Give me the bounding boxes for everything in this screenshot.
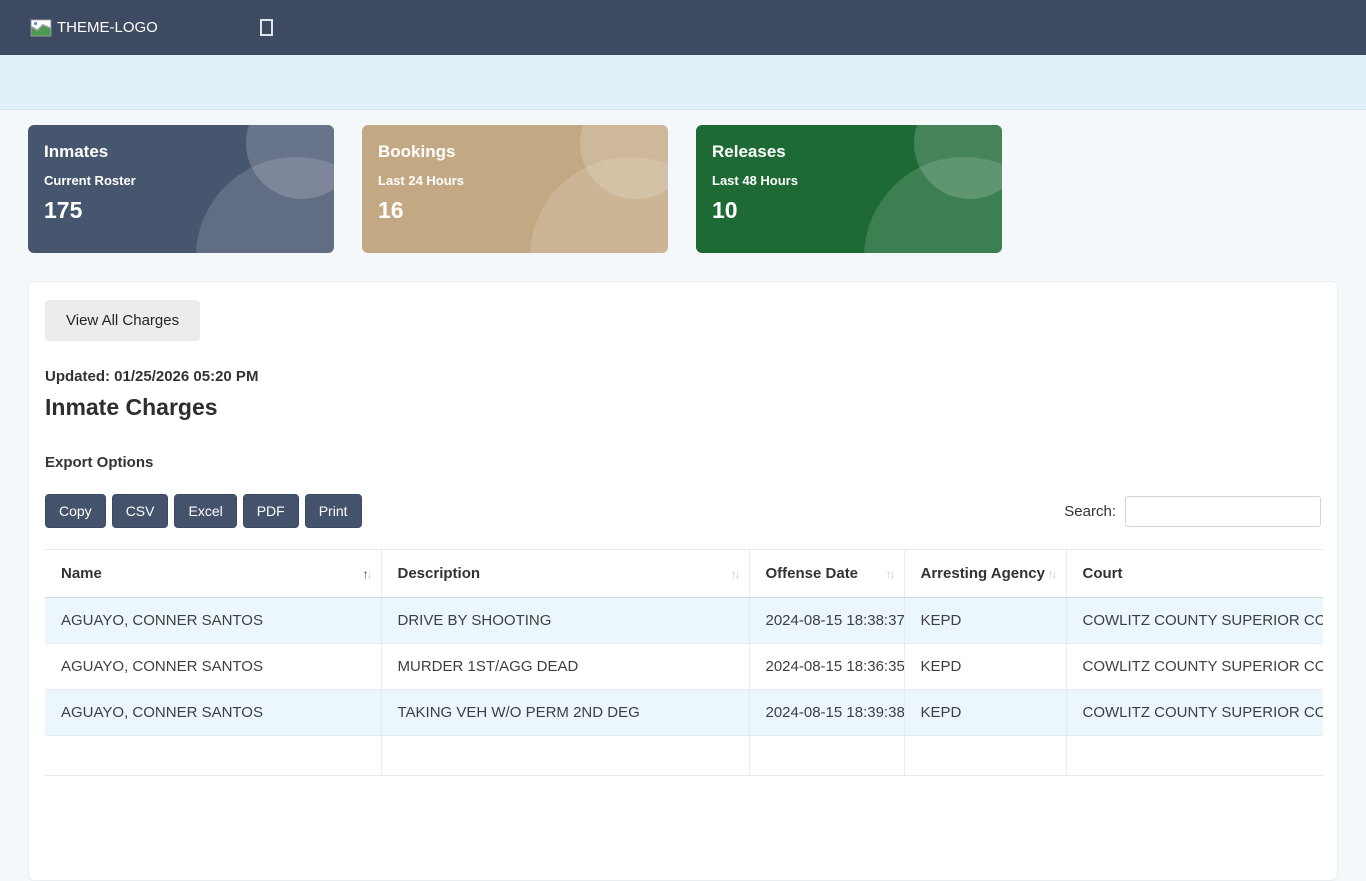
view-all-charges-button[interactable]: View All Charges xyxy=(45,300,201,341)
table-row: AGUAYO, CONNER SANTOS TAKING VEH W/O PER… xyxy=(45,689,1323,736)
stat-card-subtitle: Last 24 Hours xyxy=(378,173,464,188)
sort-icon: ↑↓ xyxy=(730,566,741,581)
table-header-row: Name ↑↓ Description ↑↓ Offense Date ↑↓ A… xyxy=(45,549,1323,598)
table-row-partial xyxy=(45,735,1323,776)
cell-offense-date: 2024-08-15 18:38:37 xyxy=(749,597,905,644)
stat-card-title: Releases xyxy=(712,142,786,161)
table-row: AGUAYO, CONNER SANTOS MURDER 1ST/AGG DEA… xyxy=(45,643,1323,690)
copy-button[interactable]: Copy xyxy=(45,494,106,528)
cell-name: AGUAYO, CONNER SANTOS xyxy=(45,689,382,736)
inmate-charges-panel: View All Charges Updated: 01/25/2026 05:… xyxy=(28,281,1338,881)
export-options-label: Export Options xyxy=(45,454,154,471)
export-buttons-group: Copy CSV Excel PDF Print xyxy=(45,494,362,528)
stat-card-title: Bookings xyxy=(378,142,456,161)
cell-court: COWLITZ COUNTY SUPERIOR COURT xyxy=(1066,643,1323,690)
column-header-description[interactable]: Description ↑↓ xyxy=(381,549,750,598)
csv-button[interactable]: CSV xyxy=(111,494,169,528)
stat-card-subtitle: Last 48 Hours xyxy=(712,173,798,188)
cell-description: MURDER 1ST/AGG DEAD xyxy=(381,643,750,690)
print-button[interactable]: Print xyxy=(304,494,362,528)
stat-card-inmates: Inmates Current Roster 175 xyxy=(28,125,334,253)
brand-logo-alt-text: THEME-LOGO xyxy=(57,19,158,36)
header-band xyxy=(0,55,1366,110)
column-header-name[interactable]: Name ↑↓ xyxy=(45,549,382,598)
stat-card-value: 10 xyxy=(712,197,738,223)
stat-card-subtitle: Current Roster xyxy=(44,173,136,188)
cell-offense-date: 2024-08-15 18:36:35 xyxy=(749,643,905,690)
brand-logo[interactable]: THEME-LOGO xyxy=(30,18,158,37)
stat-card-title: Inmates xyxy=(44,142,109,161)
cell-arresting-agency: KEPD xyxy=(904,643,1067,690)
inmate-charges-table: Name ↑↓ Description ↑↓ Offense Date ↑↓ A… xyxy=(45,549,1323,776)
cell-offense-date: 2024-08-15 18:39:38 xyxy=(749,689,905,736)
stat-card-bookings: Bookings Last 24 Hours 16 xyxy=(362,125,668,253)
search-input[interactable] xyxy=(1125,495,1321,527)
cell-arresting-agency: KEPD xyxy=(904,689,1067,736)
sort-icon: ↑↓ xyxy=(362,566,373,581)
broken-image-icon xyxy=(30,18,52,37)
pdf-button[interactable]: PDF xyxy=(242,494,299,528)
search-control: Search: xyxy=(1064,495,1321,527)
stat-cards-row: Inmates Current Roster 175 Bookings Last… xyxy=(0,110,1366,253)
cell-description: DRIVE BY SHOOTING xyxy=(381,597,750,644)
sort-icon: ↑↓ xyxy=(885,566,896,581)
sort-icon: ↑↓ xyxy=(1047,566,1058,581)
page-title: Inmate Charges xyxy=(45,394,218,420)
cell-name: AGUAYO, CONNER SANTOS xyxy=(45,597,382,644)
cell-court: COWLITZ COUNTY SUPERIOR COURT xyxy=(1066,597,1323,644)
search-label: Search: xyxy=(1064,502,1116,520)
excel-button[interactable]: Excel xyxy=(174,494,237,528)
stat-card-value: 16 xyxy=(378,197,404,223)
cell-court: COWLITZ COUNTY SUPERIOR COURT xyxy=(1066,689,1323,736)
stat-card-releases: Releases Last 48 Hours 10 xyxy=(696,125,1002,253)
column-header-offense-date[interactable]: Offense Date ↑↓ xyxy=(749,549,905,598)
updated-timestamp: Updated: 01/25/2026 05:20 PM xyxy=(45,368,259,385)
cell-name: AGUAYO, CONNER SANTOS xyxy=(45,643,382,690)
top-navbar: THEME-LOGO xyxy=(0,0,1366,55)
cell-arresting-agency: KEPD xyxy=(904,597,1067,644)
table-row: AGUAYO, CONNER SANTOS DRIVE BY SHOOTING … xyxy=(45,597,1323,644)
table-toolbar: Copy CSV Excel PDF Print Search: xyxy=(45,494,1321,528)
menu-toggle-icon[interactable] xyxy=(259,19,273,36)
cell-description: TAKING VEH W/O PERM 2ND DEG xyxy=(381,689,750,736)
stat-card-value: 175 xyxy=(44,197,83,223)
charges-table-wrapper: Name ↑↓ Description ↑↓ Offense Date ↑↓ A… xyxy=(45,549,1323,776)
column-header-court[interactable]: Court xyxy=(1066,549,1323,598)
column-header-arresting-agency[interactable]: Arresting Agency ↑↓ xyxy=(904,549,1067,598)
